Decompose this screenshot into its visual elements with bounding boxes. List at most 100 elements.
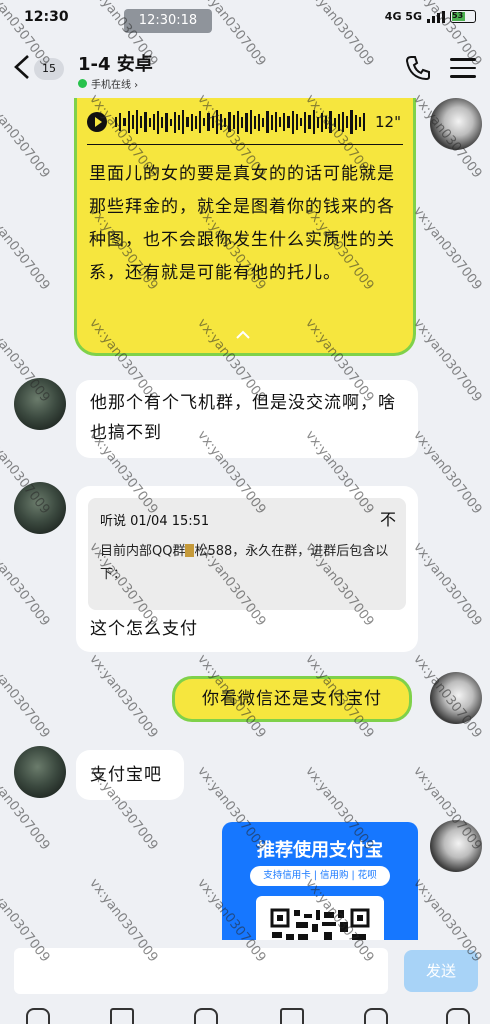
chat-header: 15 1-4 安卓 手机在线 › [0,38,490,98]
waveform-bar [173,111,177,133]
call-button[interactable] [404,54,432,82]
menu-button[interactable] [450,58,476,80]
waveform-bar [136,110,139,134]
waveform-bar [249,110,252,134]
waveform-bar [215,110,219,134]
waveform-bar [199,111,202,133]
waveform-bar [354,114,357,130]
waveform-bar [207,113,210,131]
waveform [115,109,366,135]
network-label: 4G 5G [384,10,422,23]
waveform-bar [123,118,126,126]
waveform-bar [203,118,206,126]
avatar-contact[interactable] [14,482,66,534]
waveform-bar [295,114,298,130]
battery-level: 53 [452,11,464,20]
waveform-bar [140,116,143,128]
message-text: 支付宝吧 [90,765,162,785]
waveform-bar [131,115,135,129]
menu-icon [450,58,476,61]
waveform-bar [341,112,345,132]
file-tool-icon[interactable] [280,1008,304,1024]
alipay-title: 推荐使用支付宝 [257,840,383,861]
waveform-bar [211,116,214,128]
voice-message-bubble[interactable]: 12" 里面儿的女的要是真女的的话可能就是那些拜金的，就全是图着你的钱来的各种图… [74,98,416,356]
quoted-message[interactable]: 听说 01/04 15:51 不 目前内部QQ群 松588，永久在群，进群后包含以… [88,498,406,610]
message-bubble-self[interactable]: 你看微信还是支付宝付 [172,676,412,722]
waveform-bar [165,112,168,132]
avatar-self[interactable] [430,98,482,150]
voice-divider [87,144,403,145]
signal-icon [427,10,445,23]
avatar-contact[interactable] [14,378,66,430]
waveform-bar [333,117,336,127]
quote-close-icon: 不 [379,510,396,529]
message-bubble[interactable]: 他那个有个飞机群，但是没交流啊，啥也搞不到 [76,380,418,458]
waveform-bar [308,115,311,129]
waveform-bar [182,110,185,134]
message-bubble[interactable]: 支付宝吧 [76,750,184,800]
chevron-up-icon[interactable] [235,330,251,340]
waveform-bar [253,115,256,129]
battery-icon: 53 [450,10,476,23]
waveform-bar [304,111,307,133]
back-button[interactable] [10,52,36,82]
input-area: 发送 [0,940,490,1024]
waveform-bar [362,113,366,131]
camera-tool-icon[interactable] [194,1008,218,1024]
waveform-bar [278,117,282,127]
avatar-contact[interactable] [14,746,66,798]
time-pill: 12:30:18 [124,9,212,33]
waveform-bar [224,117,227,127]
voice-duration: 12" [375,113,401,131]
waveform-bar [194,115,198,129]
alipay-image-message[interactable]: 推荐使用支付宝 支持信用卡 | 信用购 | 花呗 [222,822,418,940]
avatar-self[interactable] [430,820,482,872]
waveform-bar [262,117,265,127]
waveform-bar [316,116,319,128]
waveform-bar [337,113,340,131]
waveform-bar [266,111,269,133]
waveform-bar [257,113,261,131]
waveform-bar [350,110,353,134]
voice-player[interactable]: 12" [87,106,409,138]
chevron-left-icon [14,55,29,79]
message-bubble-with-quote[interactable]: 听说 01/04 15:51 不 目前内部QQ群 松588，永久在群，进群后包含以… [76,486,418,652]
waveform-bar [346,116,349,128]
presence-status[interactable]: 手机在线 › [78,76,138,91]
qr-code-panel [256,896,384,940]
message-text: 他那个有个飞机群，但是没交流啊，啥也搞不到 [90,393,396,443]
avatar-self[interactable] [430,672,482,724]
quote-body: 目前内部QQ群 松588，永久在群，进群后包含以下： [100,540,396,586]
waveform-bar [270,114,273,130]
waveform-bar [152,114,156,130]
waveform-bar [329,111,332,133]
waveform-bar [325,115,328,129]
image-tool-icon[interactable] [110,1008,134,1024]
voice-tool-icon[interactable] [26,1008,50,1024]
more-tool-icon[interactable] [446,1008,470,1024]
waveform-bar [228,112,231,132]
chat-area[interactable]: 12" 里面儿的女的要是真女的的话可能就是那些拜金的，就全是图着你的钱来的各种图… [0,98,490,940]
waveform-bar [127,111,130,133]
qr-code-icon [270,908,370,940]
play-icon[interactable] [87,112,107,132]
status-icons: 4G 5G 53 [385,10,476,23]
waveform-bar [358,117,361,127]
waveform-bar [186,117,189,127]
emoji-tool-icon[interactable] [364,1008,388,1024]
toolbar [0,1008,490,1024]
waveform-bar [115,117,118,127]
send-button[interactable]: 发送 [404,950,478,992]
unread-badge[interactable]: 15 [34,58,64,80]
waveform-bar [241,116,244,128]
status-bar: 12:30 12:30:18 4G 5G 53 [0,0,490,38]
presence-label: 手机在线 › [91,80,139,91]
message-input[interactable] [14,948,388,994]
waveform-bar [283,113,286,131]
waveform-bar [144,112,147,132]
waveform-bar [312,110,315,134]
waveform-bar [236,110,240,134]
quote-body-text-a: 目前内部QQ群 [100,544,186,559]
waveform-bar [220,114,223,130]
